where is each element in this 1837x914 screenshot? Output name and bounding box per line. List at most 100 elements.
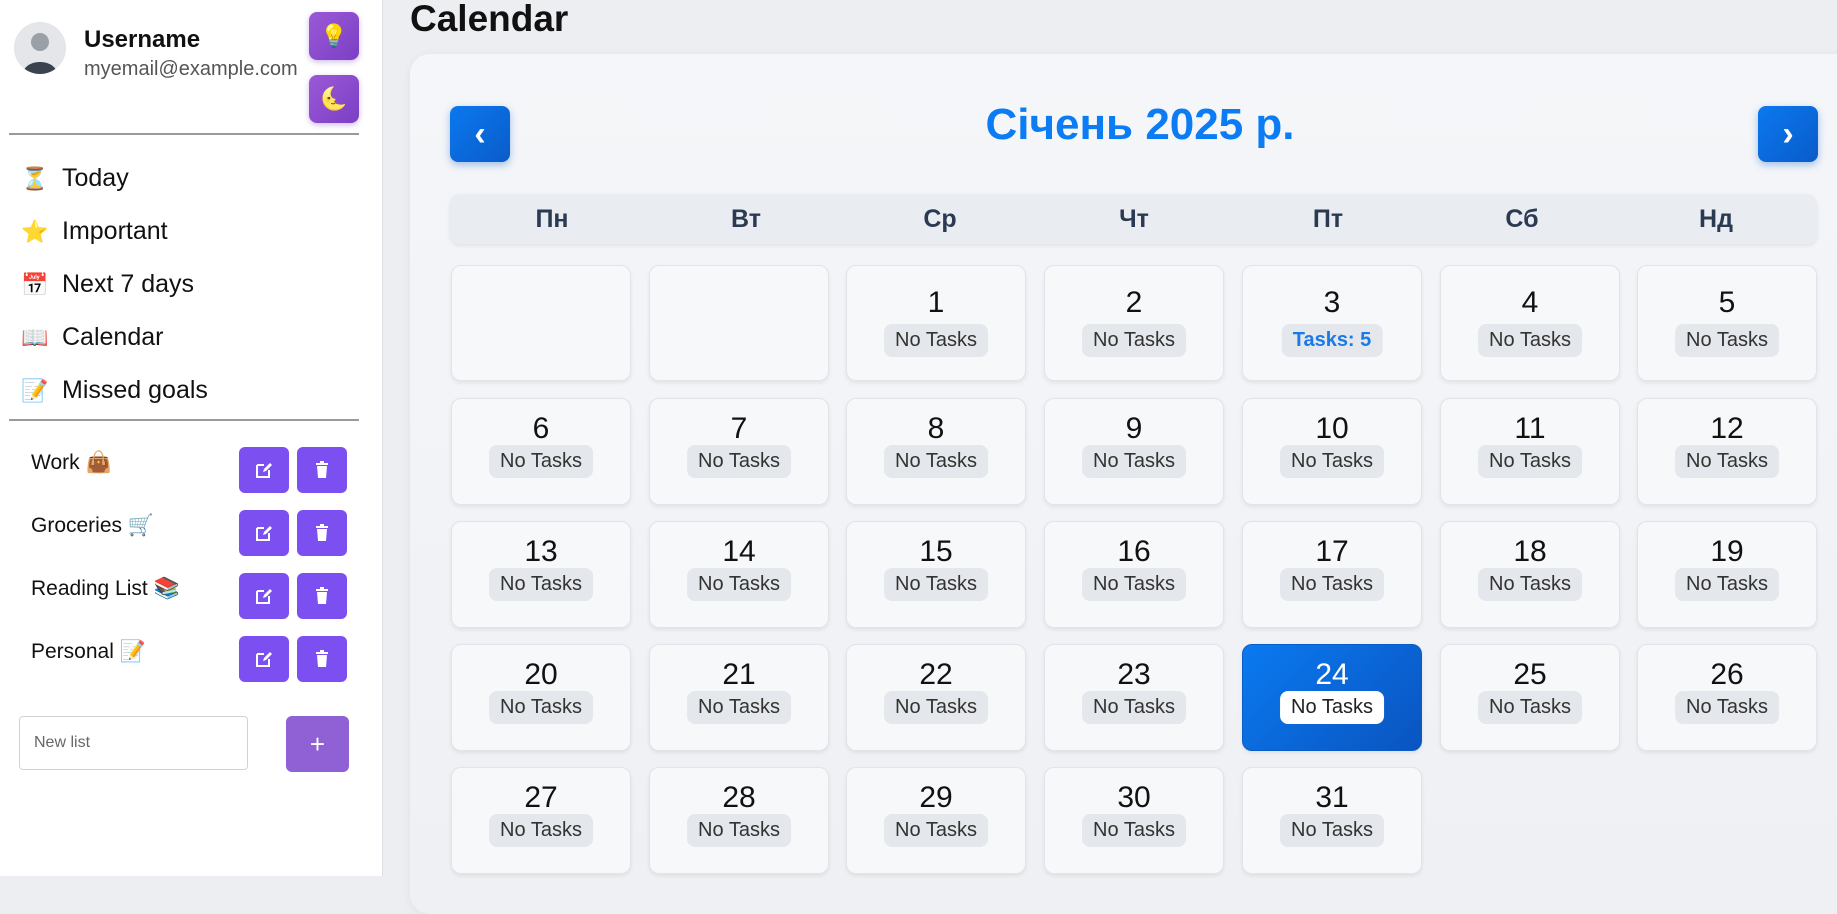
memo-icon: 📝 [21,377,49,403]
list-item-work[interactable]: Work 👜 [0,443,383,506]
weekday-label: Вт [731,205,761,233]
nav-item-next-7-days[interactable]: 📅 Next 7 days [20,258,360,311]
profile-section: Username myemail@example.com 💡 🌜 [12,12,372,123]
day-cell[interactable]: 22 No Tasks [846,644,1026,751]
weekday-label: Сб [1505,205,1539,233]
day-number: 2 [1125,286,1143,319]
day-cell[interactable]: 31 No Tasks [1242,767,1422,874]
light-theme-button[interactable]: 💡 [309,12,359,60]
day-number: 12 [1710,412,1744,445]
nav-item-important[interactable]: ⭐ Important [20,205,360,258]
day-number: 21 [722,658,756,691]
book-icon: 📖 [21,324,49,350]
today-day-cell[interactable]: 24 No Tasks [1242,644,1422,751]
next-month-button[interactable]: › [1758,106,1818,162]
task-count-badge: No Tasks [884,324,988,357]
day-number: 30 [1117,781,1151,814]
new-list-input[interactable] [19,716,248,770]
day-number: 5 [1718,286,1736,319]
day-cell[interactable]: 20 No Tasks [451,644,631,751]
day-cell[interactable]: 23 No Tasks [1044,644,1224,751]
day-cell[interactable]: 28 No Tasks [649,767,829,874]
delete-list-button[interactable] [297,636,347,682]
task-count-badge: No Tasks [687,445,791,478]
day-cell[interactable]: 26 No Tasks [1637,644,1817,751]
list-item-groceries[interactable]: Groceries 🛒 [0,506,383,569]
day-cell[interactable]: 10 No Tasks [1242,398,1422,505]
day-cell[interactable]: 30 No Tasks [1044,767,1224,874]
task-count-badge: No Tasks [1082,324,1186,357]
day-number: 13 [524,535,558,568]
weekday-label: Пн [535,205,569,233]
day-cell[interactable]: 7 No Tasks [649,398,829,505]
day-cell[interactable]: 8 No Tasks [846,398,1026,505]
day-number: 7 [730,412,748,445]
edit-list-button[interactable] [239,447,289,493]
task-count-badge: No Tasks [1082,445,1186,478]
page-title: Calendar [410,0,569,39]
day-cell[interactable]: 2 No Tasks [1044,265,1224,381]
day-cell[interactable]: 18 No Tasks [1440,521,1620,628]
day-number: 3 [1323,286,1341,319]
day-cell[interactable]: 11 No Tasks [1440,398,1620,505]
task-count-badge: No Tasks [884,445,988,478]
trash-icon [316,587,328,604]
nav-item-label: Today [62,164,129,192]
edit-list-button[interactable] [239,573,289,619]
day-cell[interactable]: 15 No Tasks [846,521,1026,628]
day-cell[interactable]: 5 No Tasks [1637,265,1817,381]
day-number: 1 [927,286,945,319]
nav-item-calendar[interactable]: 📖 Calendar [20,311,360,364]
edit-icon [256,463,272,478]
add-list-button[interactable]: + [286,716,349,772]
task-count-badge: No Tasks [1280,691,1384,724]
day-cell[interactable]: 1 No Tasks [846,265,1026,381]
list-item-reading-list[interactable]: Reading List 📚 [0,569,383,632]
edit-list-button[interactable] [239,636,289,682]
day-cell[interactable]: 6 No Tasks [451,398,631,505]
day-cell[interactable]: 16 No Tasks [1044,521,1224,628]
nav-item-label: Calendar [62,323,164,351]
task-count-badge: No Tasks [687,568,791,601]
day-cell[interactable]: 3 Tasks: 5 [1242,265,1422,381]
task-count-badge: No Tasks [1675,691,1779,724]
day-cell[interactable]: 14 No Tasks [649,521,829,628]
day-cell[interactable]: 29 No Tasks [846,767,1026,874]
task-count-badge: No Tasks [1280,445,1384,478]
edit-icon [256,526,272,541]
edit-list-button[interactable] [239,510,289,556]
day-number: 20 [524,658,558,691]
trash-icon [316,461,328,478]
task-count-badge: No Tasks [1675,324,1779,357]
day-cell[interactable]: 9 No Tasks [1044,398,1224,505]
day-number: 22 [919,658,953,691]
day-number: 28 [722,781,756,814]
day-cell[interactable]: 4 No Tasks [1440,265,1620,381]
day-cell[interactable]: 27 No Tasks [451,767,631,874]
empty-day-cell [649,265,829,381]
delete-list-button[interactable] [297,573,347,619]
list-item-personal[interactable]: Personal 📝 [0,632,383,695]
delete-list-button[interactable] [297,447,347,493]
day-cell[interactable]: 12 No Tasks [1637,398,1817,505]
nav-item-today[interactable]: ⏳ Today [20,152,360,205]
task-count-badge: Tasks: 5 [1281,324,1383,357]
day-cell[interactable]: 19 No Tasks [1637,521,1817,628]
hourglass-icon: ⏳ [21,165,49,191]
day-cell[interactable]: 21 No Tasks [649,644,829,751]
trash-icon [316,524,328,541]
edit-icon [256,589,272,604]
day-cell[interactable]: 13 No Tasks [451,521,631,628]
task-count-badge: No Tasks [1675,568,1779,601]
dark-theme-button[interactable]: 🌜 [309,75,359,123]
chevron-right-icon: › [1782,114,1794,153]
day-number: 23 [1117,658,1151,691]
delete-list-button[interactable] [297,510,347,556]
nav-item-missed-goals[interactable]: 📝 Missed goals [20,364,360,417]
task-count-badge: No Tasks [1082,814,1186,847]
day-cell[interactable]: 25 No Tasks [1440,644,1620,751]
day-number: 9 [1125,412,1143,445]
day-cell[interactable]: 17 No Tasks [1242,521,1422,628]
task-count-badge: No Tasks [687,814,791,847]
day-number: 6 [532,412,550,445]
